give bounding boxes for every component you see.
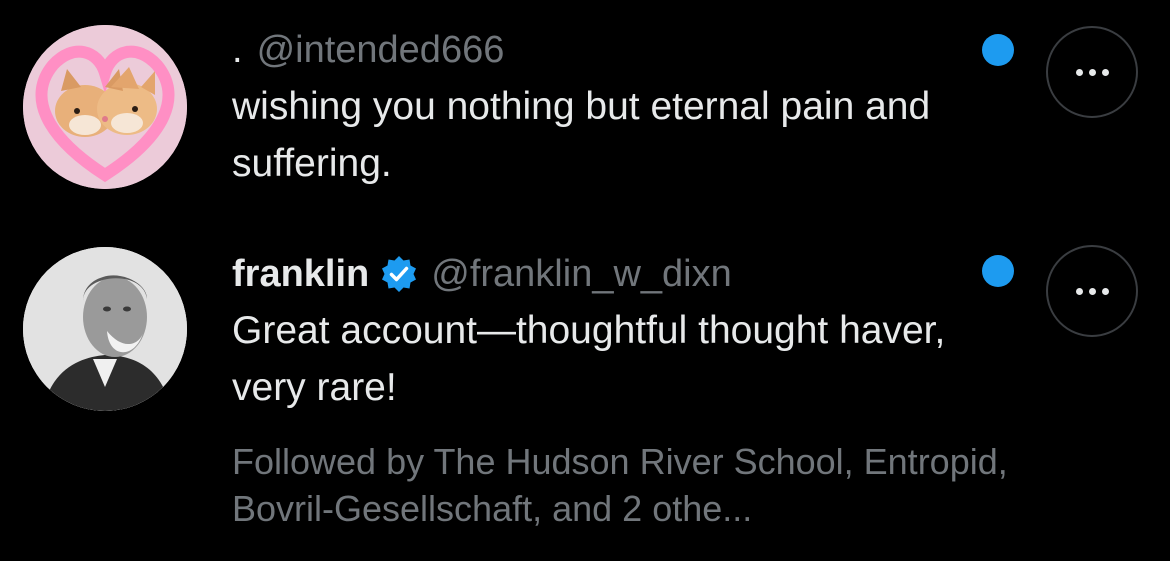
more-options-button[interactable]	[1046, 26, 1138, 118]
avatar[interactable]	[23, 25, 187, 189]
user-info: . @intended666 wishing you nothing but e…	[232, 24, 1002, 192]
unread-indicator	[982, 255, 1014, 287]
user-header: franklin @franklin_w_dixn	[232, 248, 1002, 300]
avatar[interactable]	[23, 247, 187, 411]
user-list-item[interactable]: franklin @franklin_w_dixn Great account—…	[0, 230, 1170, 561]
more-horizontal-icon	[1075, 287, 1109, 295]
portrait-avatar-image	[23, 247, 187, 411]
followed-by-text: Followed by The Hudson River School, Ent…	[232, 441, 1008, 529]
display-name[interactable]: .	[232, 24, 243, 76]
verified-badge-icon	[379, 254, 419, 294]
more-horizontal-icon	[1075, 68, 1109, 76]
unread-indicator	[982, 34, 1014, 66]
user-handle[interactable]: @intended666	[257, 24, 505, 76]
bio-text: Great account—thoughtful thought haver, …	[232, 309, 946, 409]
kittens-avatar-image	[23, 25, 187, 189]
display-name[interactable]: franklin	[232, 248, 369, 300]
user-handle[interactable]: @franklin_w_dixn	[431, 248, 732, 300]
more-options-button[interactable]	[1046, 245, 1138, 337]
user-list-item[interactable]: . @intended666 wishing you nothing but e…	[0, 0, 1170, 230]
user-header: . @intended666	[232, 24, 1002, 76]
bio-text: wishing you nothing but eternal pain and…	[232, 85, 931, 185]
user-info: franklin @franklin_w_dixn Great account—…	[232, 248, 1002, 416]
